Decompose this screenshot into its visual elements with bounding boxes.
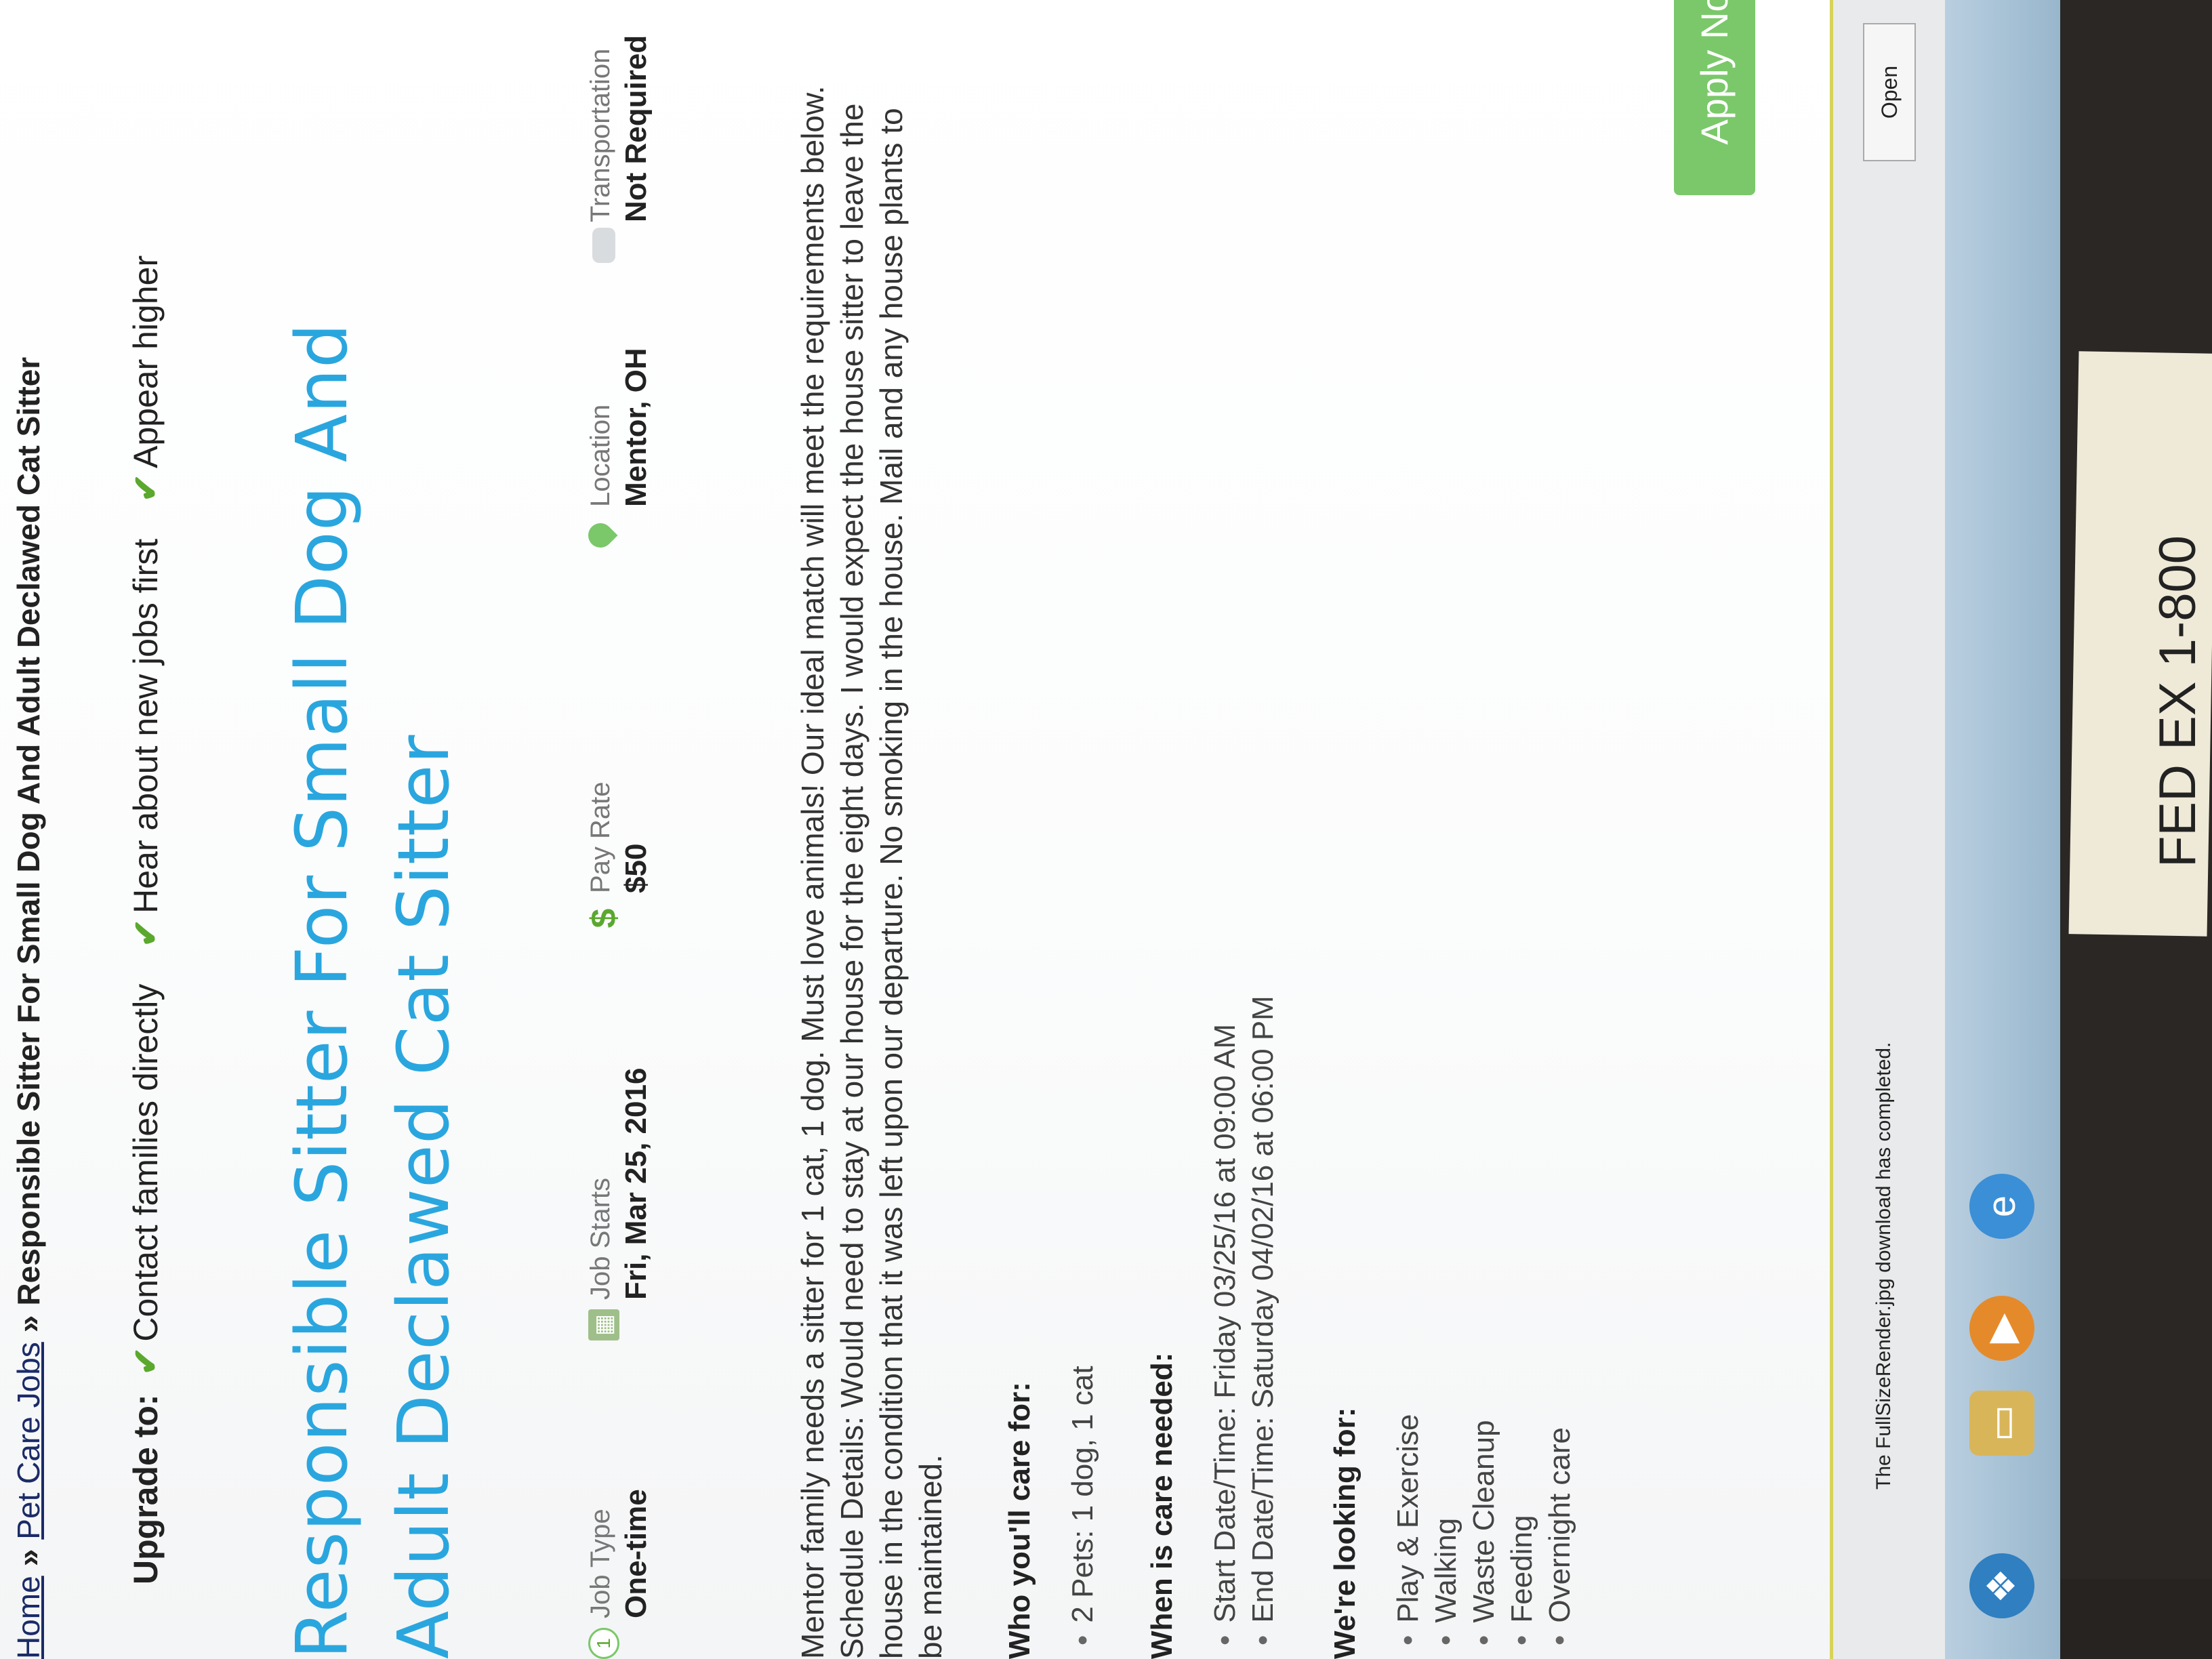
looking-for-list: Play & Exercise Walking Waste Cleanup Fe… (1389, 1414, 1579, 1645)
fact-label: Pay Rate (586, 781, 615, 893)
fact-label: Location (586, 404, 615, 507)
looking-for-heading: We're looking for: (1328, 1407, 1361, 1659)
check-icon: ✔ (127, 918, 165, 947)
upgrade-bar: Upgrade to: ✔ Contact families directly ✔… (108, 0, 183, 1584)
fact-value: Mentor, OH (619, 348, 653, 507)
list-item: Overnight care (1541, 1414, 1579, 1645)
fact-label: Transportation (586, 48, 615, 222)
download-notification-bar: The FullSizeRender.jpg download has comp… (1830, 0, 1948, 1659)
taskbar: ❖ ▭ ▶ e (1945, 0, 2060, 1659)
fact-value: Not Required (619, 35, 653, 222)
dollar-icon: $ (584, 908, 623, 928)
upgrade-feature: Hear about new jobs first (127, 538, 165, 914)
breadcrumb-current: Responsible Sitter For Small Dog And Adu… (11, 356, 46, 1306)
breadcrumb-separator: » (11, 1549, 46, 1567)
upgrade-feature: Appear higher (127, 255, 165, 468)
when-heading: When is care needed: (1145, 1352, 1179, 1659)
list-item: Play & Exercise (1389, 1414, 1427, 1645)
start-icon[interactable]: ❖ (1969, 1553, 2034, 1618)
care-for-list: 2 Pets: 1 dog, 1 cat (1064, 1366, 1102, 1645)
folder-icon[interactable]: ▭ (1969, 1391, 2034, 1456)
fact-label: Job Type (586, 1509, 615, 1618)
job-title: Responsible Sitter For Small Dog And Adu… (281, 323, 465, 1659)
fact-value: $50 (619, 843, 653, 893)
media-player-icon[interactable]: ▶ (1969, 1296, 2034, 1361)
list-item: Walking (1427, 1414, 1465, 1645)
list-item: Feeding (1503, 1414, 1541, 1645)
open-button[interactable]: Open (1863, 23, 1916, 161)
list-item: 2 Pets: 1 dog, 1 cat (1064, 1366, 1102, 1645)
upgrade-label: Upgrade to: (127, 1394, 165, 1584)
when-list: Start Date/Time: Friday 03/25/16 at 09:0… (1206, 996, 1282, 1645)
sticky-note-text: FED EX 1-800 (2149, 535, 2207, 867)
job-description: Mentor family needs a sitter for 1 cat, … (795, 85, 948, 1659)
check-icon: ✔ (127, 1347, 165, 1376)
download-message: The FullSizeRender.jpg download has comp… (1872, 1042, 1895, 1490)
map-pin-icon (583, 518, 618, 553)
check-icon: ✔ (127, 473, 165, 502)
job-facts: 1 Job Type One-time ▦ Job Starts Fri, Ma… (576, 33, 752, 1659)
fact-value: One-time (619, 1489, 653, 1618)
list-item: Start Date/Time: Friday 03/25/16 at 09:0… (1206, 996, 1244, 1645)
breadcrumb-separator: » (11, 1315, 46, 1333)
calendar-icon: ▦ (588, 1309, 619, 1340)
ie-icon[interactable]: e (1969, 1174, 2034, 1239)
clock-icon: 1 (588, 1628, 619, 1659)
list-item: End Date/Time: Saturday 04/02/16 at 06:0… (1244, 996, 1282, 1645)
browser-screen: Home » Pet Care Jobs » Responsible Sitter Fo… (0, 0, 2060, 1659)
car-icon (592, 228, 615, 263)
list-item: Waste Cleanup (1465, 1414, 1503, 1645)
fact-label: Job Starts (586, 1177, 615, 1300)
apply-now-button[interactable]: Apply Now ▸ (1674, 0, 1755, 195)
breadcrumb-category-link[interactable]: Pet Care Jobs (11, 1342, 46, 1539)
breadcrumb: Home » Pet Care Jobs » Responsible Sitter Fo… (0, 0, 61, 1659)
breadcrumb-home-link[interactable]: Home (11, 1576, 46, 1659)
care-for-heading: Who you'll care for: (1003, 1382, 1036, 1659)
upgrade-feature: Contact families directly (127, 983, 165, 1342)
fact-value: Fri, Mar 25, 2016 (619, 1067, 653, 1300)
